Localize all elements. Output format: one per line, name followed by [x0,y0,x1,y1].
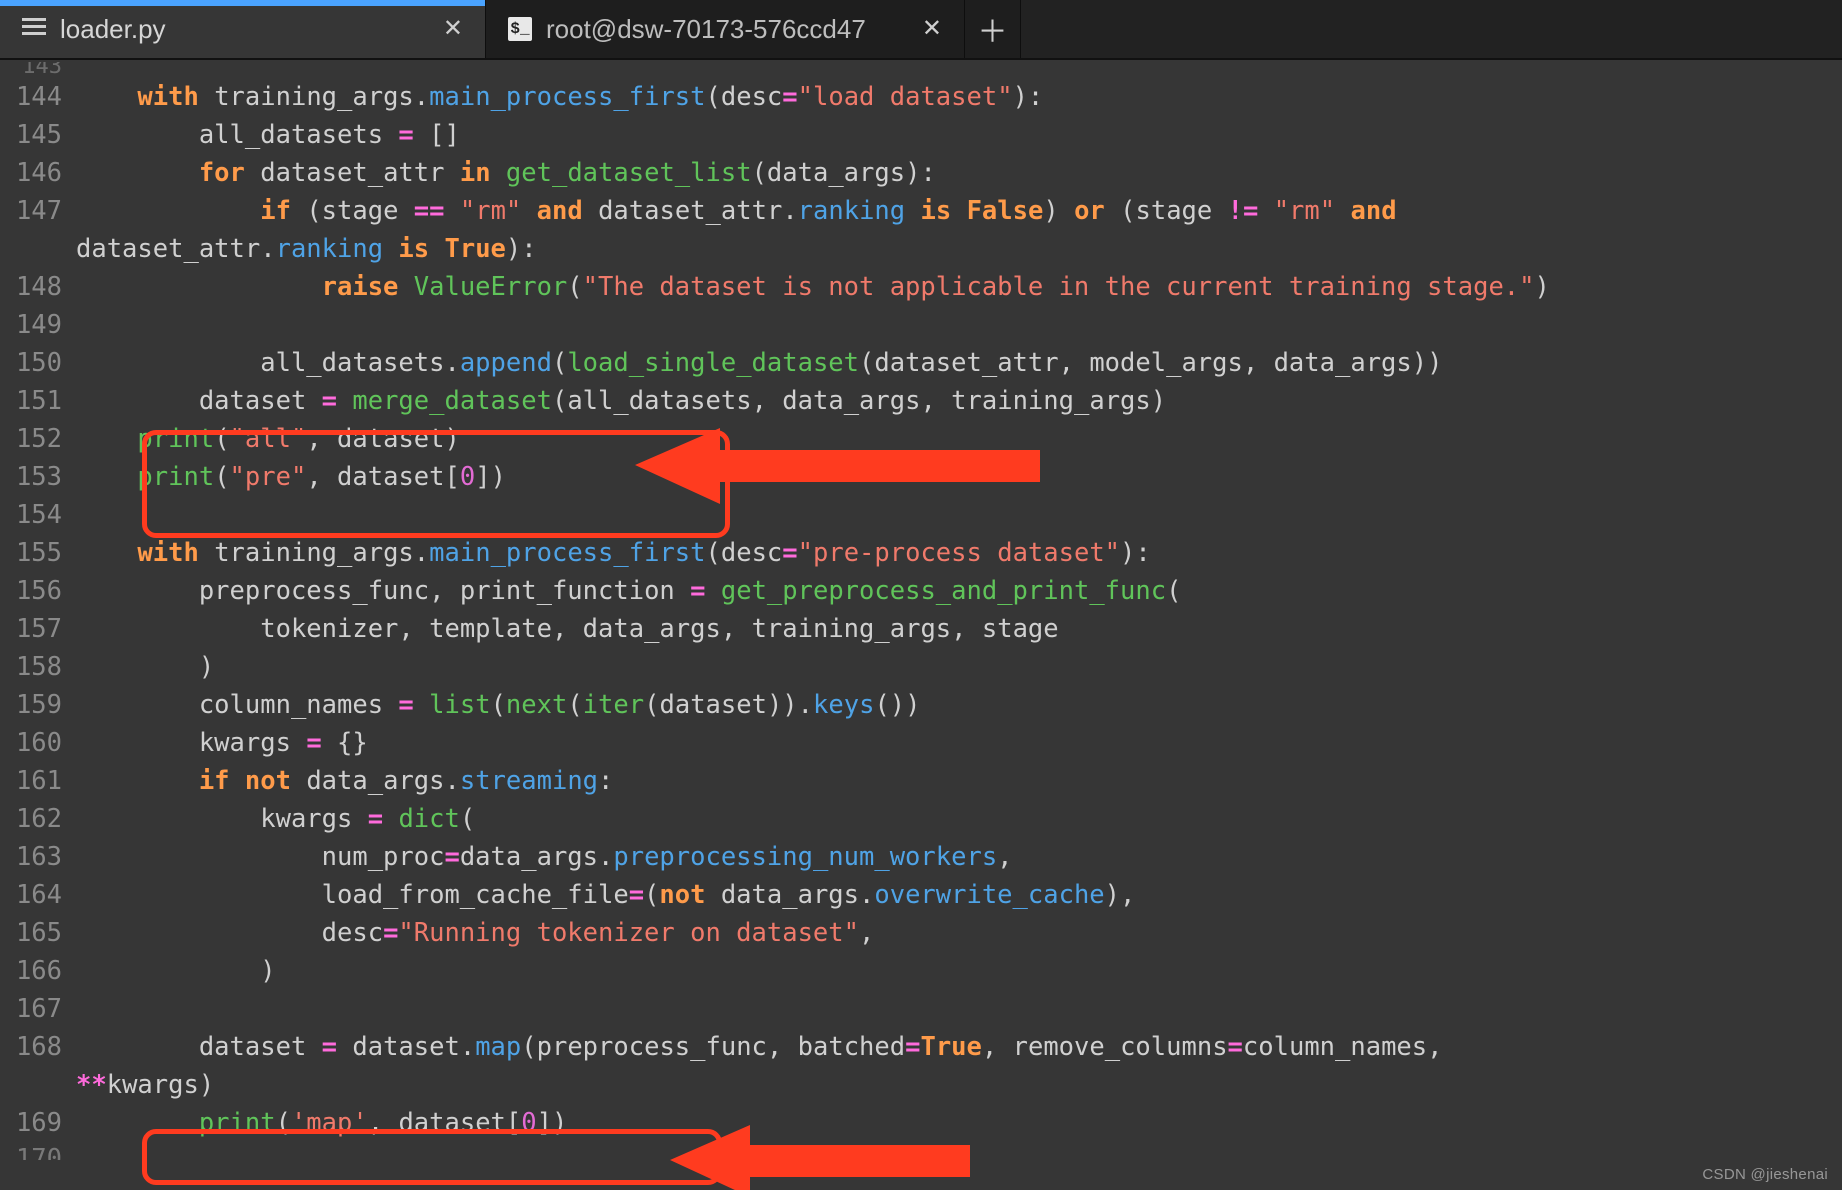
code-line[interactable]: kwargs = dict( [70,800,1842,838]
code-line[interactable]: column_names = list(next(iter(dataset)).… [70,686,1842,724]
code-line[interactable]: print("all", dataset) [70,420,1842,458]
code-line[interactable]: for dataset_attr in get_dataset_list(dat… [70,154,1842,192]
code-line[interactable]: ) [70,952,1842,990]
line-number: 158 [0,648,70,686]
tabbar-spacer [1021,0,1842,58]
line-number: 147 [0,192,70,230]
menu-icon [22,14,46,45]
line-number: 163 [0,838,70,876]
code-line[interactable]: with training_args.main_process_first(de… [70,534,1842,572]
line-number: 149 [0,306,70,344]
line-number [0,1066,70,1104]
code-line[interactable]: kwargs = {} [70,724,1842,762]
code-line[interactable] [70,306,1842,344]
tab-terminal[interactable]: $_ root@dsw-70173-576ccd47 ✕ [485,0,965,58]
line-number: 156 [0,572,70,610]
code-line[interactable]: if not data_args.streaming: [70,762,1842,800]
code-line[interactable]: dataset = dataset.map(preprocess_func, b… [70,1028,1842,1066]
line-number: 148 [0,268,70,306]
line-number: 161 [0,762,70,800]
code-line[interactable]: print('map', dataset[0]) [70,1104,1842,1142]
code-line[interactable]: all_datasets.append(load_single_dataset(… [70,344,1842,382]
watermark: CSDN @jieshenai [1702,1167,1828,1182]
line-number: 146 [0,154,70,192]
tab-label: loader.py [60,14,429,45]
code-line[interactable]: with training_args.main_process_first(de… [70,78,1842,116]
tab-loader-py[interactable]: loader.py ✕ [0,0,485,58]
line-number: 153 [0,458,70,496]
code-line[interactable]: if (stage == "rm" and dataset_attr.ranki… [70,192,1842,230]
line-number: 151 [0,382,70,420]
line-number: 167 [0,990,70,1028]
new-tab-button[interactable]: ＋ [965,0,1021,58]
code-area[interactable]: with training_args.main_process_first(de… [70,60,1842,1190]
code-line[interactable]: raise ValueError("The dataset is not app… [70,268,1842,306]
code-line[interactable]: tokenizer, template, data_args, training… [70,610,1842,648]
line-number: 152 [0,420,70,458]
code-line[interactable]: ) [70,648,1842,686]
tab-bar: loader.py ✕ $_ root@dsw-70173-576ccd47 ✕… [0,0,1842,60]
active-tab-indicator [0,0,485,6]
code-line[interactable]: **kwargs) [70,1066,1842,1104]
code-line[interactable]: preprocess_func, print_function = get_pr… [70,572,1842,610]
line-number: 150 [0,344,70,382]
line-number: 164 [0,876,70,914]
code-line[interactable]: dataset = merge_dataset(all_datasets, da… [70,382,1842,420]
close-icon[interactable]: ✕ [443,17,463,41]
code-line[interactable]: desc="Running tokenizer on dataset", [70,914,1842,952]
line-number: 155 [0,534,70,572]
code-line[interactable]: num_proc=data_args.preprocessing_num_wor… [70,838,1842,876]
close-icon[interactable]: ✕ [922,17,942,41]
line-number [0,230,70,268]
code-editor[interactable]: 1431441451461471481491501511521531541551… [0,60,1842,1190]
code-line[interactable] [70,990,1842,1028]
line-number: 162 [0,800,70,838]
code-line[interactable] [70,496,1842,534]
line-number: 157 [0,610,70,648]
tab-label: root@dsw-70173-576ccd47 [546,14,908,45]
terminal-icon: $_ [508,17,532,41]
code-line[interactable]: all_datasets = [] [70,116,1842,154]
line-number: 159 [0,686,70,724]
line-number: 165 [0,914,70,952]
line-number: 160 [0,724,70,762]
code-line[interactable]: dataset_attr.ranking is True): [70,230,1842,268]
code-line[interactable]: print("pre", dataset[0]) [70,458,1842,496]
line-number: 144 [0,78,70,116]
line-number-gutter: 1431441451461471481491501511521531541551… [0,60,70,1190]
line-number: 154 [0,496,70,534]
line-number: 169 [0,1104,70,1142]
code-line[interactable]: load_from_cache_file=(not data_args.over… [70,876,1842,914]
line-number: 145 [0,116,70,154]
line-number: 166 [0,952,70,990]
line-number: 168 [0,1028,70,1066]
